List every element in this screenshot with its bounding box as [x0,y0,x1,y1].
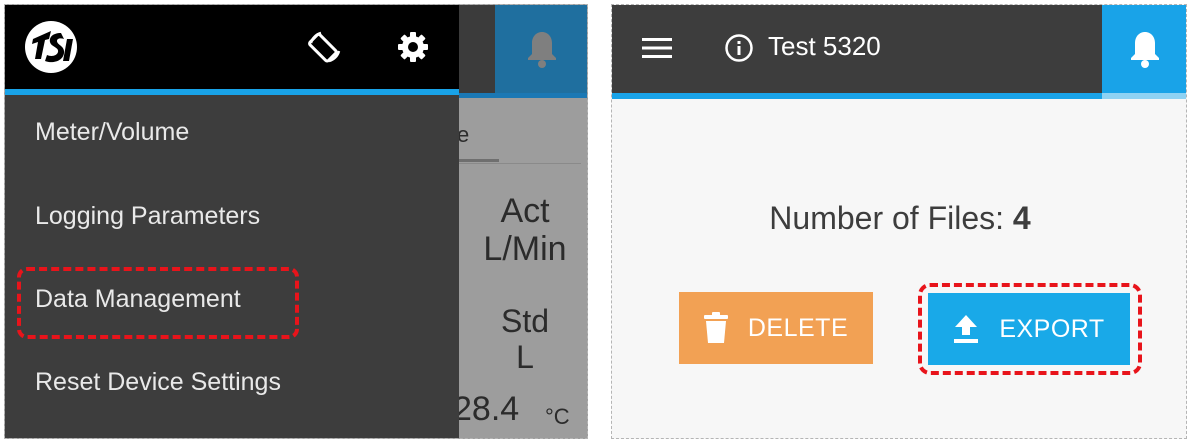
background-notification-button[interactable] [495,5,587,93]
drawer-accent-line [5,89,459,95]
export-highlight [918,283,1142,375]
file-count-line: Number of Files: 4 [612,199,1186,237]
screen-rotation-icon[interactable] [305,27,345,67]
background-act-label: Act [500,192,550,230]
file-count-value: 4 [1012,200,1031,236]
header-accent-line [612,93,1102,99]
tsi-logo [25,21,77,73]
top-app-bar: Test 5320 [612,5,1186,93]
menu-item-logging-parameters[interactable]: Logging Parameters [35,201,260,231]
gear-icon[interactable] [393,27,433,67]
background-act-unit: L/Min [483,230,567,268]
drawer-header [5,5,459,89]
hamburger-menu-icon[interactable] [640,33,674,63]
navigation-drawer: Meter/Volume Logging Parameters Data Man… [5,5,459,438]
background-temperature-value: 28.4 [453,390,520,428]
file-count-label: Number of Files: [769,200,1005,236]
notification-button[interactable] [1102,5,1186,93]
header-accent-line-light [1102,93,1186,99]
background-temperature-unit: °C [545,404,570,429]
bell-icon [528,32,556,68]
info-icon[interactable] [724,33,754,63]
background-std-unit: L [516,339,534,375]
background-divider [457,163,581,164]
delete-button-label: DELETE [747,313,849,342]
left-screenshot-panel: e Act L/Min Std L 28.4 °C Meter/Volume L… [4,4,588,439]
menu-item-reset-device-settings[interactable]: Reset Device Settings [35,367,281,397]
data-management-highlight [17,267,299,339]
delete-button[interactable]: DELETE [679,292,873,364]
trash-icon [703,312,728,344]
menu-item-meter-volume[interactable]: Meter/Volume [35,117,189,147]
background-std-label: Std [500,303,550,339]
background-tab-underline [457,159,499,162]
bell-icon [1131,32,1159,68]
right-screenshot-panel: Test 5320 Number of Files: 4 DELETE EXPO… [611,4,1187,439]
page-title: Test 5320 [768,31,881,61]
